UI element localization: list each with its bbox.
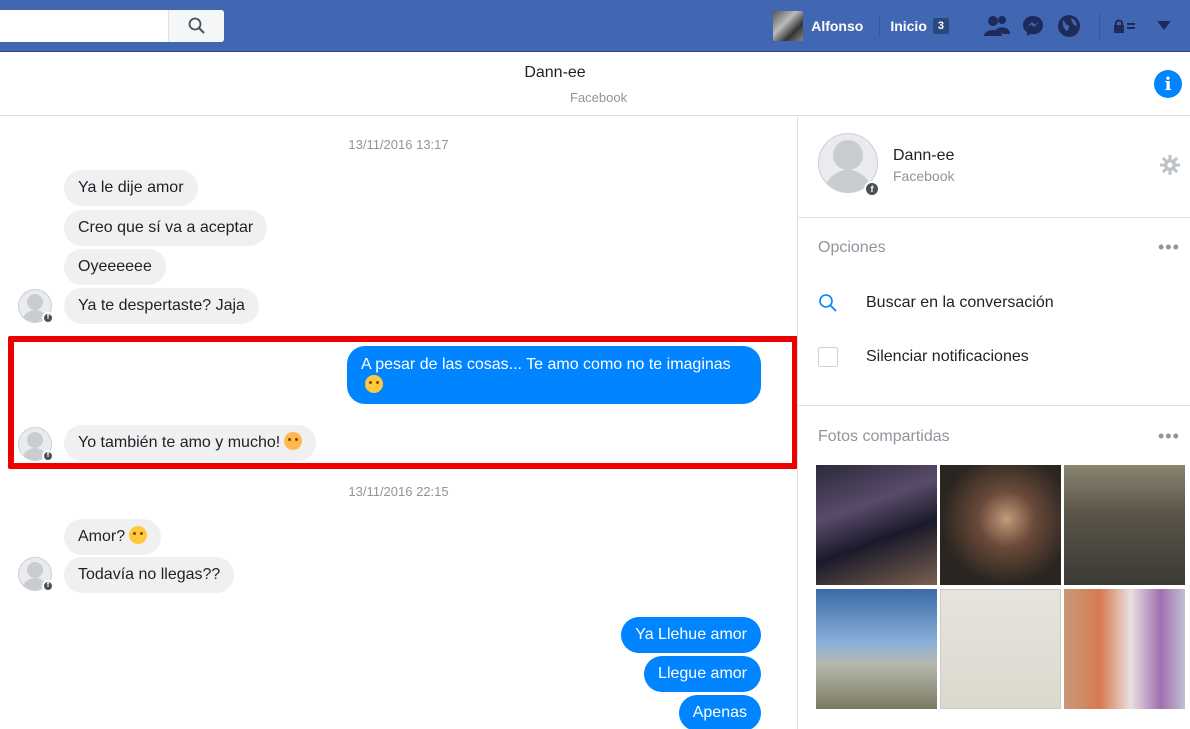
facebook-badge-icon: f: [42, 580, 54, 592]
info-icon: i: [1164, 73, 1172, 95]
search-button[interactable]: [168, 10, 224, 42]
search-input[interactable]: [0, 10, 224, 42]
mute-checkbox[interactable]: [818, 347, 838, 367]
messenger-icon: [1023, 16, 1043, 36]
search-icon: [819, 294, 837, 312]
facebook-badge-icon: f: [42, 450, 54, 462]
options-section-title: Opciones: [818, 239, 886, 256]
incoming-message[interactable]: Creo que sí va a aceptar: [64, 210, 268, 246]
user-avatar[interactable]: [773, 11, 804, 41]
option-label: Buscar en la conversación: [866, 294, 1054, 311]
timestamp: 13/11/2016 13:17: [348, 137, 449, 152]
contact-name[interactable]: Dann-ee: [893, 147, 954, 165]
shared-photo[interactable]: [816, 589, 937, 709]
options-more-button[interactable]: •••: [1158, 237, 1180, 258]
outgoing-message[interactable]: A pesar de las cosas... Te amo como no t…: [347, 346, 761, 404]
wink-emoji-icon: [365, 375, 383, 393]
settings-button[interactable]: [1160, 155, 1180, 180]
kiss-emoji-icon: [284, 432, 303, 450]
gear-icon: [1160, 155, 1180, 175]
facebook-badge-icon: f: [864, 181, 880, 197]
incoming-message[interactable]: Ya te despertaste? Jaja: [64, 288, 259, 324]
account-menu-button[interactable]: [1150, 12, 1178, 40]
shared-photos-title: Fotos compartidas: [818, 428, 950, 445]
friend-requests-button[interactable]: [983, 12, 1011, 40]
privacy-lock-icon: [1114, 19, 1135, 33]
incoming-message[interactable]: Todavía no llegas??: [64, 557, 235, 593]
incoming-message[interactable]: Yo también te amo y mucho!: [64, 425, 317, 461]
profile-link[interactable]: Alfonso: [811, 18, 863, 34]
friends-icon: [984, 16, 1010, 36]
message-text: A pesar de las cosas... Te amo como no t…: [361, 356, 731, 373]
timestamp: 13/11/2016 22:15: [348, 484, 449, 499]
outgoing-message[interactable]: Llegue amor: [644, 656, 761, 692]
incoming-message[interactable]: Oyeeeeee: [64, 249, 166, 285]
nav-divider: [879, 15, 881, 37]
shared-photo[interactable]: [816, 465, 937, 585]
conversation-details-panel: f Dann-ee Facebook Opciones ••• Buscar e…: [797, 117, 1190, 729]
section-divider: [798, 405, 1190, 406]
home-count-badge: 3: [932, 18, 949, 34]
nav-divider: [1099, 13, 1100, 39]
search-in-conversation-option[interactable]: Buscar en la conversación: [818, 293, 1054, 313]
facebook-badge-icon: f: [42, 312, 54, 324]
globe-icon: [1058, 15, 1080, 37]
search-icon: [188, 17, 205, 34]
messages-button[interactable]: [1019, 12, 1047, 40]
incoming-message[interactable]: Amor?: [64, 519, 162, 555]
flushed-emoji-icon: [129, 526, 148, 544]
mute-notifications-option[interactable]: Silenciar notificaciones: [818, 347, 1029, 367]
message-text: Yo también te amo y mucho!: [78, 434, 281, 451]
info-button[interactable]: i: [1154, 70, 1182, 98]
incoming-message[interactable]: Ya le dije amor: [64, 170, 198, 206]
conversation-title[interactable]: Dann-ee: [0, 64, 1110, 82]
notifications-button[interactable]: [1055, 12, 1083, 40]
caret-down-icon: [1157, 21, 1171, 30]
message-text: Amor?: [78, 528, 126, 545]
shared-photo[interactable]: [940, 589, 1061, 709]
option-label: Silenciar notificaciones: [866, 348, 1029, 365]
outgoing-message[interactable]: Ya Llehue amor: [621, 617, 761, 653]
shared-photo[interactable]: [1064, 589, 1185, 709]
privacy-shortcuts-button[interactable]: [1114, 18, 1136, 34]
conversation-subtitle: Facebook: [570, 90, 628, 105]
shared-photo[interactable]: [1064, 465, 1185, 585]
top-navigation-bar: Alfonso Inicio 3: [0, 0, 1190, 52]
shared-photo[interactable]: [940, 465, 1061, 585]
home-link[interactable]: Inicio 3: [890, 18, 949, 34]
contact-source: Facebook: [893, 168, 955, 184]
photos-more-button[interactable]: •••: [1158, 426, 1180, 447]
outgoing-message[interactable]: Apenas: [678, 695, 761, 729]
message-thread[interactable]: 13/11/2016 13:17 Ya le dije amor Creo qu…: [0, 117, 797, 729]
conversation-header: Dann-ee Facebook i: [0, 52, 1190, 116]
contact-profile: f Dann-ee Facebook: [798, 117, 1190, 218]
home-label: Inicio: [890, 18, 927, 34]
